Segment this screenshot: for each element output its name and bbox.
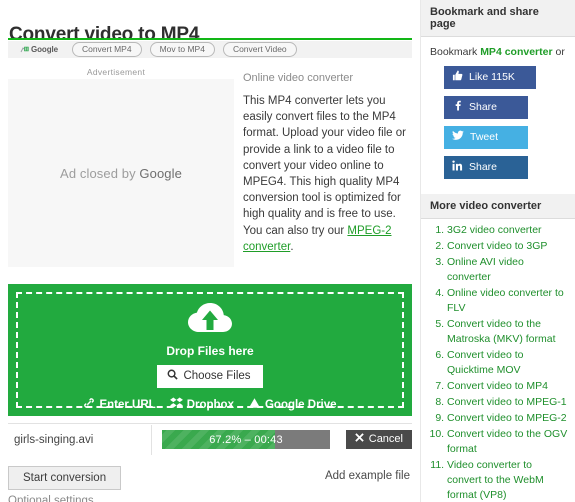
choose-files-label: Choose Files [183, 370, 251, 382]
google-ads-icon [20, 45, 29, 54]
thumbs-up-icon [452, 70, 463, 85]
more-converter-link-5[interactable]: Convert video to the Matroska (MKV) form… [447, 318, 556, 345]
choose-files-button[interactable]: Choose Files [157, 365, 263, 388]
ad-suggestion-bar: Google Convert MP4 Mov to MP4 Convert Vi… [8, 41, 412, 58]
more-converter-link-9[interactable]: Convert video to MPEG-2 [447, 412, 567, 424]
list-item: Video converter to convert to the WebM f… [447, 458, 569, 502]
dropbox-link[interactable]: Dropbox [169, 397, 234, 412]
list-item: Convert video to MPEG-2 [447, 411, 569, 426]
page-root: Convert video to MP4 Google Convert MP4 [0, 0, 575, 502]
list-item: Online AVI video converter [447, 255, 569, 285]
facebook-icon [452, 100, 463, 115]
dropbox-label: Dropbox [186, 398, 234, 411]
more-converter-link-4[interactable]: Online video converter to FLV [447, 287, 564, 314]
start-conversion-button[interactable]: Start conversion [8, 466, 122, 490]
description-block: Online video converter This MP4 converte… [243, 72, 415, 255]
file-name: girls-singing.avi [8, 424, 153, 455]
facebook-share-label: Share [469, 101, 498, 113]
more-panel-heading: More video converter [421, 194, 575, 219]
ad-closed-brand: Google [139, 165, 182, 181]
advertisement-label: Advertisement [86, 67, 146, 77]
linkedin-share-label: Share [469, 161, 498, 173]
more-converter-link-2[interactable]: Convert video to 3GP [447, 240, 547, 252]
main-column: Convert video to MP4 Google Convert MP4 [0, 0, 420, 502]
linkedin-icon [452, 160, 463, 175]
more-converter-list: 3G2 video converter Convert video to 3GP O… [421, 219, 575, 502]
list-item: Convert video to Quicktime MOV [447, 348, 569, 378]
bookmark-share-panel: Bookmark and share page Bookmark MP4 con… [421, 0, 575, 194]
bookmark-suffix: or [552, 46, 565, 58]
dropzone-dashed-border: Drop Files here Choose Files Enter URL D… [16, 292, 404, 411]
more-converter-link-3[interactable]: Online AVI video converter [447, 256, 524, 283]
google-drive-link[interactable]: Google Drive [248, 397, 337, 412]
google-ads-label: Google [31, 45, 58, 54]
ad-closed-message: Ad closed by Google [60, 166, 182, 181]
ad-closed-prefix: Ad closed by [60, 165, 140, 181]
dropzone-label: Drop Files here [166, 344, 254, 358]
description-body-end: . [290, 240, 294, 253]
conversion-progress-bar: 67.2% – 00:43 [162, 430, 330, 449]
title-divider [8, 38, 412, 40]
more-converter-link-1[interactable]: 3G2 video converter [447, 224, 542, 236]
twitter-icon [452, 130, 464, 145]
list-item: Convert video to the OGV format [447, 427, 569, 457]
linkedin-share-button[interactable]: Share [444, 156, 528, 179]
sidebar: Bookmark and share page Bookmark MP4 con… [420, 0, 575, 502]
link-icon [83, 397, 95, 412]
close-icon [355, 433, 364, 446]
google-drive-icon [248, 397, 261, 412]
description-text: This MP4 converter lets you easily conve… [243, 93, 415, 255]
description-body: This MP4 converter lets you easily conve… [243, 95, 406, 237]
description-heading: Online video converter [243, 72, 354, 84]
ad-pill-2[interactable]: Mov to MP4 [149, 42, 215, 57]
file-dropzone[interactable]: Drop Files here Choose Files Enter URL D… [8, 284, 412, 416]
mp4-converter-bookmark-link[interactable]: MP4 converter [480, 46, 552, 58]
cancel-button[interactable]: Cancel [345, 430, 412, 449]
bookmark-line: Bookmark MP4 converter or [430, 46, 567, 58]
bookmark-prefix: Bookmark [430, 46, 481, 58]
enter-url-label: Enter URL [99, 398, 156, 411]
list-item: Convert video to the Matroska (MKV) form… [447, 317, 569, 347]
more-converter-link-11[interactable]: Video converter to convert to the WebM f… [447, 459, 544, 501]
bookmark-panel-body: Bookmark MP4 converter or Like 115K Shar… [421, 37, 575, 194]
add-example-file-link[interactable]: Add example file [325, 470, 410, 482]
more-converter-link-7[interactable]: Convert video to MP4 [447, 380, 548, 392]
tweet-label: Tweet [470, 131, 499, 143]
ad-pill-1[interactable]: Convert MP4 [71, 42, 142, 57]
list-item: Online video converter to FLV [447, 286, 569, 316]
facebook-share-button[interactable]: Share [444, 96, 528, 119]
bookmark-panel-heading: Bookmark and share page [421, 0, 575, 37]
ad-pill-3[interactable]: Convert Video [222, 42, 297, 57]
google-drive-label: Google Drive [264, 398, 337, 411]
list-item: Convert video to 3GP [447, 239, 569, 254]
optional-settings-label[interactable]: Optional settings [8, 495, 94, 502]
list-item: 3G2 video converter [447, 223, 569, 238]
progress-label: 67.2% – 00:43 [209, 433, 283, 446]
file-row: girls-singing.avi 67.2% – 00:43 Cancel [8, 423, 412, 455]
cancel-label: Cancel [368, 433, 403, 445]
more-converter-link-10[interactable]: Convert video to the OGV format [447, 428, 567, 455]
facebook-like-button[interactable]: Like 115K [444, 66, 536, 89]
cloud-upload-icon [188, 303, 232, 340]
like-label: Like 115K [469, 71, 515, 83]
list-item: Convert video to MP4 [447, 379, 569, 394]
more-converter-link-8[interactable]: Convert video to MPEG-1 [447, 396, 567, 408]
more-video-converter-panel: More video converter 3G2 video converter… [421, 194, 575, 502]
enter-url-link[interactable]: Enter URL [83, 397, 156, 412]
ad-slot: Ad closed by Google [8, 79, 234, 267]
search-icon [167, 369, 179, 384]
twitter-tweet-button[interactable]: Tweet [444, 126, 528, 149]
google-ads-logo: Google [20, 45, 58, 54]
more-converter-link-6[interactable]: Convert video to Quicktime MOV [447, 349, 523, 376]
dropbox-icon [169, 397, 183, 412]
list-item: Convert video to MPEG-1 [447, 395, 569, 410]
upload-sources-row: Enter URL Dropbox Google Drive [83, 397, 337, 412]
